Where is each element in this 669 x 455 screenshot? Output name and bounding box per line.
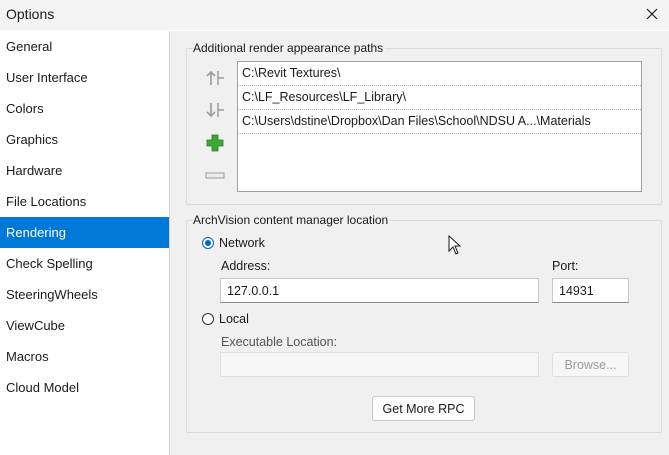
get-more-rpc-button[interactable]: Get More RPC: [372, 396, 475, 421]
render-paths-group-title: Additional render appearance paths: [193, 41, 386, 55]
move-down-icon: [206, 103, 224, 118]
executable-location-input[interactable]: [220, 352, 539, 377]
sidebar-item-general[interactable]: General: [0, 31, 169, 62]
close-icon: [646, 8, 658, 20]
browse-button[interactable]: Browse...: [552, 352, 629, 377]
sidebar-item-check-spelling[interactable]: Check Spelling: [0, 248, 169, 279]
list-item[interactable]: C:\Revit Textures\: [238, 62, 641, 86]
plus-icon: [206, 134, 224, 152]
archvision-group-title: ArchVision content manager location: [193, 213, 391, 227]
sidebar-item-file-locations[interactable]: File Locations: [0, 186, 169, 217]
executable-location-label: Executable Location:: [221, 335, 338, 349]
port-input[interactable]: [552, 278, 629, 303]
render-paths-list[interactable]: C:\Revit Textures\ C:\LF_Resources\LF_Li…: [237, 61, 642, 192]
add-path-button[interactable]: [204, 132, 226, 154]
list-item[interactable]: C:\LF_Resources\LF_Library\: [238, 86, 641, 110]
port-label: Port:: [552, 259, 579, 273]
move-down-button[interactable]: [204, 99, 226, 121]
list-item[interactable]: C:\Users\dstine\Dropbox\Dan Files\School…: [238, 110, 641, 134]
sidebar-item-viewcube[interactable]: ViewCube: [0, 310, 169, 341]
sidebar-item-hardware[interactable]: Hardware: [0, 155, 169, 186]
move-up-button[interactable]: [204, 67, 226, 89]
local-label: Local: [219, 312, 249, 326]
network-radio[interactable]: [202, 237, 214, 249]
minus-icon: [205, 172, 225, 179]
move-up-icon: [206, 70, 224, 85]
local-radio[interactable]: [202, 313, 214, 325]
close-button[interactable]: [635, 0, 669, 28]
address-input[interactable]: [220, 278, 539, 303]
network-label: Network: [219, 236, 265, 250]
sidebar-item-macros[interactable]: Macros: [0, 341, 169, 372]
mouse-cursor-icon: [448, 235, 462, 255]
options-sidebar: General User Interface Colors Graphics H…: [0, 31, 170, 455]
sidebar-item-cloud-model[interactable]: Cloud Model: [0, 372, 169, 403]
sidebar-item-user-interface[interactable]: User Interface: [0, 62, 169, 93]
sidebar-item-steeringwheels[interactable]: SteeringWheels: [0, 279, 169, 310]
sidebar-item-graphics[interactable]: Graphics: [0, 124, 169, 155]
sidebar-item-colors[interactable]: Colors: [0, 93, 169, 124]
remove-path-button[interactable]: [204, 165, 226, 187]
sidebar-item-rendering[interactable]: Rendering: [0, 217, 169, 248]
window-title: Options: [6, 6, 55, 22]
address-label: Address:: [221, 259, 271, 273]
title-bar: Options: [0, 0, 669, 30]
